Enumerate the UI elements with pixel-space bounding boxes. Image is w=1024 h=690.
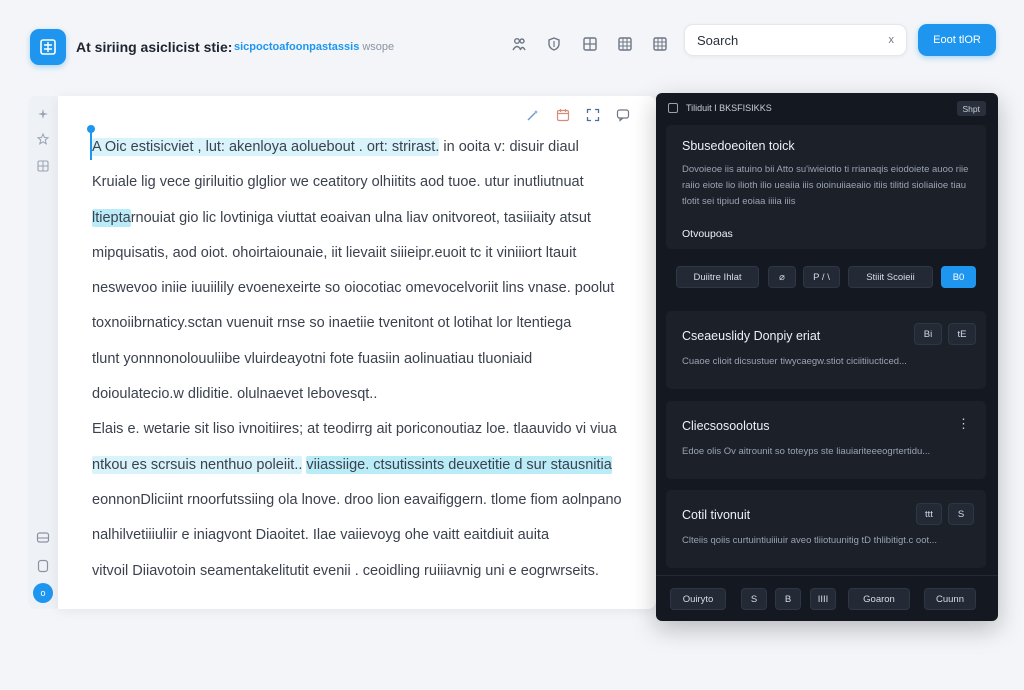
- app-title: At siriing asiclicist stie:: [76, 39, 233, 55]
- app-logo-icon[interactable]: [30, 29, 66, 65]
- highlighted-text: ltiepta: [92, 208, 131, 227]
- comment-icon[interactable]: [614, 106, 632, 124]
- action-chip-primary[interactable]: B0: [941, 266, 976, 288]
- top-bar: At siriing asiclicist stie: sicpoctoafoo…: [0, 0, 1024, 92]
- action-chip[interactable]: Duiitre Ihlat: [676, 266, 759, 288]
- people-icon[interactable]: [509, 34, 529, 54]
- document-line[interactable]: toxnoiibrnaticy.sctan vuenuit rnse so in…: [92, 306, 632, 341]
- highlighted-text: ntkou es scrsuis nenthuo poleiit..: [92, 455, 303, 474]
- document-line[interactable]: Kruiale lig vece giriluitio glglior we c…: [92, 165, 632, 200]
- card-chip[interactable]: S: [948, 503, 974, 525]
- card-text: Edoe olis Ov aitrounit so toteyps ste li…: [682, 446, 931, 457]
- footer-button[interactable]: IIII: [810, 588, 836, 610]
- footer-button[interactable]: Cuunn: [924, 588, 976, 610]
- text-run: Kruiale lig vece giriluitio glglior we c…: [92, 174, 584, 191]
- app-subtitle-link[interactable]: sicpoctoafoonpastassis: [234, 41, 359, 53]
- search-input[interactable]: [697, 32, 889, 48]
- footer-button[interactable]: Ouiryto: [670, 588, 726, 610]
- layout-icon[interactable]: [35, 158, 51, 174]
- left-rail: o: [28, 96, 58, 609]
- card-text: Dovoieoe iis atuino bii Atto su'iwieioti…: [682, 164, 969, 207]
- card-title: Sbusedoeoiten toick: [682, 139, 795, 153]
- text-run: eonnonDliciint rnoorfutssiing ola lnove.…: [92, 491, 622, 508]
- text-run: vitvoil Diiavotoin seamentakelitutit eve…: [92, 562, 599, 579]
- panel-footer: Ouiryto S B IIII Goaron Cuunn: [656, 575, 998, 621]
- document-line[interactable]: Elais e. wetarie sit liso ivnoitiires; a…: [92, 412, 632, 447]
- document-line[interactable]: neswevoo iniie iuuiilily evoenexeirte so…: [92, 271, 632, 306]
- star-icon[interactable]: [35, 131, 51, 147]
- card-text: Cuaoe clioit dicsustuer tiwycaegw.stiot …: [682, 356, 907, 367]
- action-chip[interactable]: Stiiit Scoieii: [848, 266, 933, 288]
- footer-button[interactable]: Goaron: [848, 588, 910, 610]
- text-run: neswevoo iniie iuuiilily evoenexeirte so…: [92, 280, 615, 297]
- card-chip[interactable]: Bi: [914, 323, 942, 345]
- assistant-panel: Tiliduit I BKSFISIKKS Shpt Sbusedoeoiten…: [656, 93, 998, 621]
- highlighted-text: A Oic estisicviet , lut: akenloya aolueb…: [92, 138, 440, 156]
- highlighted-text: viiassiige. ctsutissints deuxetitie d su…: [306, 455, 612, 474]
- result-card[interactable]: Cliecsosoolotus Edoe olis Ov aitrounit s…: [666, 401, 986, 479]
- card-title: Cliecsosoolotus: [682, 419, 770, 433]
- search-box[interactable]: x: [684, 24, 907, 56]
- text-run: nalhilvetiiiuliir e iniagvont Diaoitet. …: [92, 527, 550, 544]
- card-chip[interactable]: ttt: [916, 503, 942, 525]
- document-line[interactable]: ltieptarnouiat gio lic lovtiniga viuttat…: [92, 201, 632, 236]
- more-menu-icon[interactable]: ⋮: [957, 416, 970, 432]
- card-footer-label: Otvoupoas: [682, 228, 733, 240]
- shield-icon[interactable]: [544, 34, 564, 54]
- document-line[interactable]: A Oic estisicviet , lut: akenloya aolueb…: [92, 130, 632, 165]
- document-line[interactable]: tlunt yonnnonolouuliibe vluirdeayotni fo…: [92, 342, 632, 377]
- user-badge[interactable]: o: [33, 583, 53, 603]
- grid-icon[interactable]: [580, 34, 600, 54]
- document-body[interactable]: A Oic estisicviet , lut: akenloya aolueb…: [92, 130, 632, 589]
- document-line[interactable]: ntkou es scrsuis nenthuo poleiit.. viias…: [92, 448, 632, 483]
- text-run: mipquisatis, aod oiot. ohoirtaiounaie, i…: [92, 244, 577, 261]
- document-toolbar: [524, 106, 632, 124]
- card-text: Clteiis qoiis curtuintiuiiiuir aveo tlii…: [682, 535, 938, 546]
- search-clear-icon[interactable]: x: [889, 34, 895, 46]
- card-title: Cseaeuslidy Donpiy eriat: [682, 329, 821, 343]
- document-line[interactable]: doioulatecio.w dliditie. olulnaevet lebo…: [92, 377, 632, 412]
- text-run: rnouiat gio lic lovtiniga viuttat eoaiva…: [130, 209, 591, 226]
- document-line[interactable]: vitvoil Diiavotoin seamentakelitutit eve…: [92, 554, 632, 589]
- text-run: toxnoiibrnaticy.sctan vuenuit rnse so in…: [92, 315, 572, 332]
- result-card[interactable]: Cseaeuslidy Donpiy eriat Cuaoe clioit di…: [666, 311, 986, 389]
- sparkle-icon[interactable]: [35, 106, 51, 122]
- archive-icon[interactable]: [35, 530, 51, 546]
- text-run: tlunt yonnnonolouuliibe vluirdeayotni fo…: [92, 350, 533, 367]
- footer-button[interactable]: S: [741, 588, 767, 610]
- table-icon[interactable]: [615, 34, 635, 54]
- card-title: Cotil tivonuit: [682, 508, 751, 522]
- text-run: in ooita v: disuir diaul: [439, 139, 579, 155]
- apps-icon[interactable]: [650, 34, 670, 54]
- document-editor[interactable]: A Oic estisicviet , lut: akenloya aolueb…: [58, 96, 656, 609]
- document-line[interactable]: eonnonDliciint rnoorfutssiing ola lnove.…: [92, 483, 632, 518]
- footer-button[interactable]: B: [775, 588, 801, 610]
- action-chip[interactable]: P / \: [803, 266, 840, 288]
- panel-title: Tiliduit I BKSFISIKKS: [686, 103, 772, 113]
- app-subtitle-muted: wsope: [362, 41, 395, 53]
- card-chip[interactable]: tE: [948, 323, 976, 345]
- document-line[interactable]: mipquisatis, aod oiot. ohoirtaiounaie, i…: [92, 236, 632, 271]
- result-card[interactable]: Cotil tivonuit Clteiis qoiis curtuintiui…: [666, 490, 986, 568]
- expand-icon[interactable]: [584, 106, 602, 124]
- calendar-icon[interactable]: [554, 106, 572, 124]
- document-line[interactable]: nalhilvetiiiuliir e iniagvont Diaoitet. …: [92, 518, 632, 553]
- text-run: Elais e. wetarie sit liso ivnoitiires; a…: [92, 421, 617, 438]
- suggestion-card[interactable]: Sbusedoeoiten toick Dovoieoe iis atuino …: [666, 125, 986, 249]
- panel-header-button[interactable]: Shpt: [956, 101, 986, 116]
- app-subtitle[interactable]: sicpoctoafoonpastassis wsope: [234, 41, 394, 53]
- primary-action-button[interactable]: Eoot tlOR: [918, 24, 996, 56]
- wand-icon[interactable]: [524, 106, 542, 124]
- text-run: doioulatecio.w dliditie. olulnaevet lebo…: [92, 386, 378, 403]
- action-chip[interactable]: ⌀: [768, 266, 796, 288]
- panel-square-icon: [668, 103, 678, 113]
- panel-header: Tiliduit I BKSFISIKKS Shpt: [656, 93, 998, 123]
- database-icon[interactable]: [35, 558, 51, 574]
